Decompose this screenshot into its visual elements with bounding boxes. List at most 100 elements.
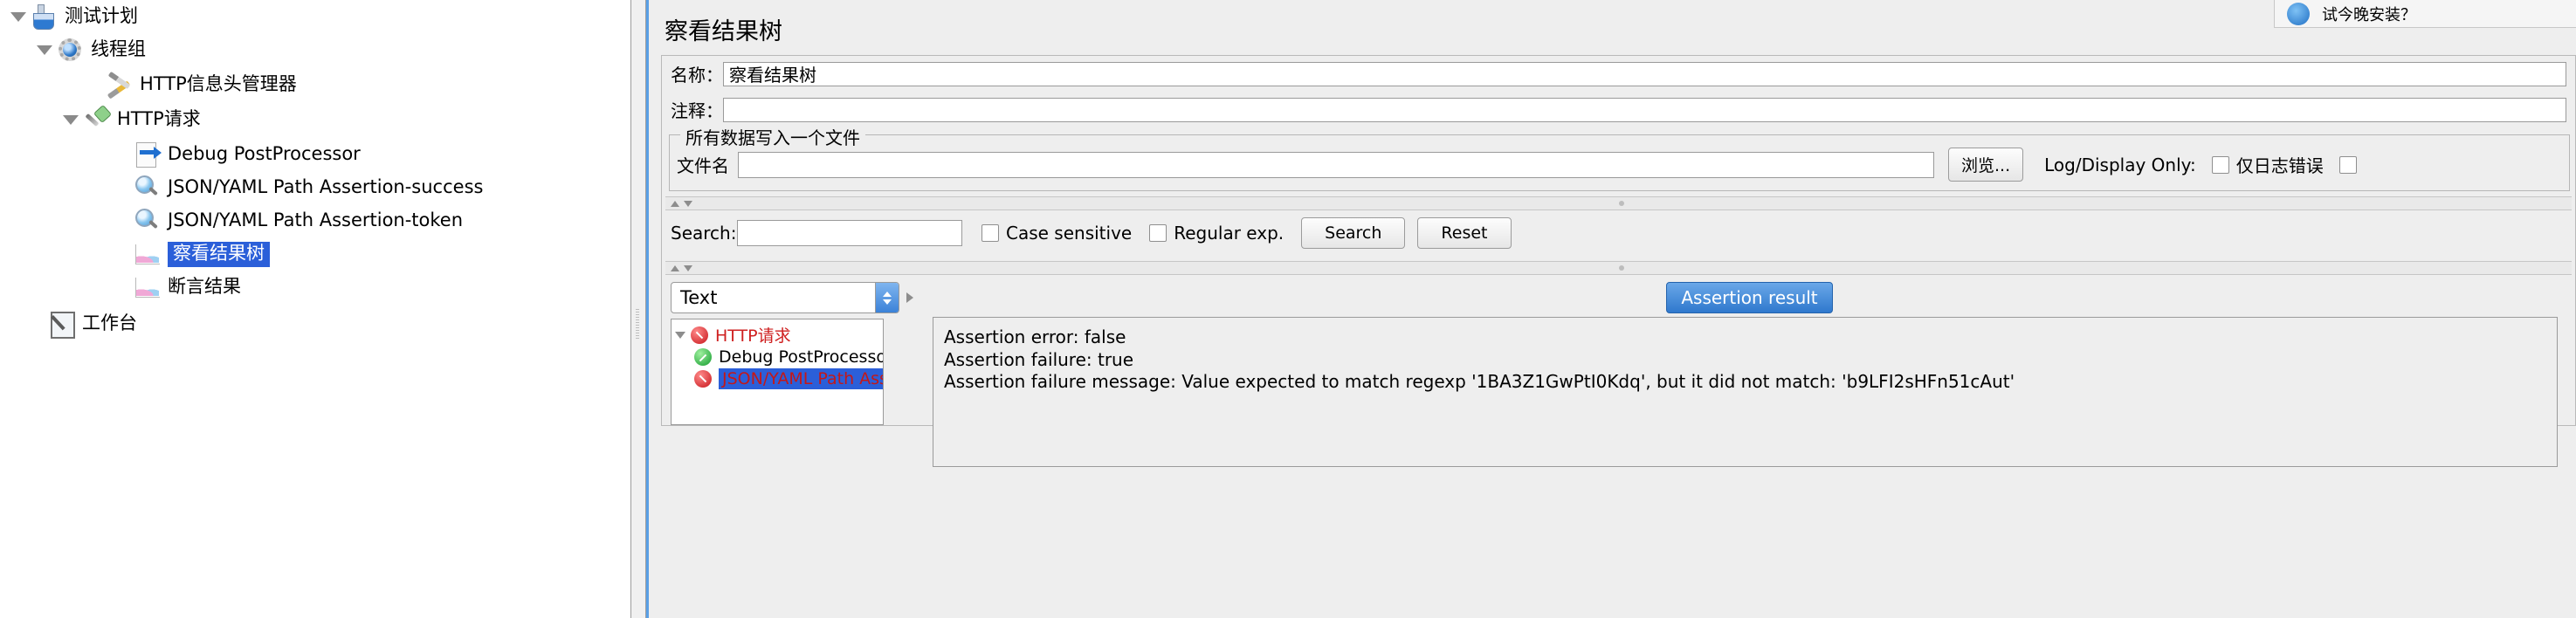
tree-node-assertion-results[interactable]: 断言结果: [110, 271, 241, 304]
gear-icon: [56, 35, 86, 65]
results-right-column: Assertion result Assertion error: false …: [933, 282, 2566, 467]
result-node-assertion[interactable]: JSON/YAML Path Assertion-t: [672, 367, 883, 389]
search-row: Search: Case sensitive Regular exp. Sear…: [662, 210, 2575, 256]
twisty-placeholder: [110, 237, 133, 271]
result-node-http-request[interactable]: HTTP请求: [672, 324, 883, 346]
collapse-down-icon[interactable]: [684, 264, 692, 271]
checkbox-box[interactable]: [2211, 155, 2229, 174]
tree-node-test-plan[interactable]: 测试计划: [7, 0, 138, 33]
name-input[interactable]: [723, 61, 2566, 86]
result-node-label: HTTP请求: [715, 326, 791, 346]
magnifier-icon: [133, 173, 162, 203]
assertion-line: Assertion error: false: [944, 326, 1126, 347]
jmeter-window: 测试计划 线程组 HTTP信息头管理器 HTTP请求 Debug PostPro…: [0, 0, 2576, 618]
twisty-placeholder: [24, 307, 47, 340]
tree-node-view-results-tree[interactable]: 察看结果树: [110, 237, 270, 271]
tree-node-label: 线程组: [91, 38, 146, 59]
popup-text: 试今晚安装？: [2322, 5, 2416, 24]
tree-node-label-selected: 察看结果树: [168, 241, 270, 267]
tree-node-http-header-manager[interactable]: HTTP信息头管理器: [82, 68, 297, 101]
pipette-icon: [82, 105, 112, 134]
test-plan-tree[interactable]: 测试计划 线程组 HTTP信息头管理器 HTTP请求 Debug PostPro…: [0, 0, 630, 618]
chevron-down-icon[interactable]: [59, 103, 82, 136]
result-node-label: Debug PostProcessor: [719, 347, 884, 367]
tree-node-assertion-success[interactable]: JSON/YAML Path Assertion-success: [110, 171, 483, 204]
chevron-right-icon[interactable]: [906, 292, 913, 303]
render-selected-value: Text: [680, 287, 718, 308]
errors-only-checkbox[interactable]: 仅日志错误: [2211, 152, 2324, 177]
twisty-placeholder: [82, 68, 105, 101]
splitter-grip[interactable]: [636, 309, 639, 339]
tree-node-label: HTTP请求: [117, 107, 201, 129]
result-node-debug-postprocessor[interactable]: Debug PostProcessor: [672, 346, 883, 367]
twisty-placeholder: [110, 271, 133, 304]
chevron-updown-icon[interactable]: [875, 283, 899, 312]
success-icon: [694, 347, 712, 366]
tree-node-label: 工作台: [82, 312, 137, 333]
tree-node-label: Debug PostProcessor: [168, 142, 361, 164]
checkbox-box[interactable]: [1149, 224, 1167, 242]
tree-node-label: JSON/YAML Path Assertion-token: [168, 209, 464, 230]
search-input[interactable]: [737, 220, 962, 246]
tree-node-label: 测试计划: [65, 4, 138, 26]
page-arrow-icon: [133, 140, 162, 169]
comment-label: 注释：: [671, 100, 723, 121]
divider-arrows[interactable]: [671, 264, 692, 271]
search-label: Search:: [671, 223, 737, 244]
tree-node-http-request[interactable]: HTTP请求: [59, 103, 201, 136]
divider-arrows[interactable]: [671, 200, 692, 207]
magnifier-icon: [133, 206, 162, 236]
popup-icon: [2287, 2, 2310, 25]
tree-node-workbench[interactable]: 工作台: [24, 307, 137, 340]
result-node-label-selected: JSON/YAML Path Assertion-t: [719, 367, 883, 389]
filename-input[interactable]: [738, 151, 1934, 178]
log-display-only-label: Log/Display Only:: [2044, 154, 2196, 175]
reset-button[interactable]: Reset: [1417, 217, 1512, 249]
search-button[interactable]: Search: [1301, 217, 1406, 249]
divider-handle[interactable]: [1618, 265, 1624, 271]
errors-only-label: 仅日志错误: [2235, 155, 2324, 176]
divider-handle[interactable]: [1618, 201, 1624, 206]
tree-node-assertion-token[interactable]: JSON/YAML Path Assertion-token: [110, 204, 463, 237]
workbench-icon: [47, 309, 77, 339]
write-all-data-legend: 所有数据写入一个文件: [680, 124, 865, 149]
divider-bar-bottom[interactable]: [665, 261, 2572, 275]
assertion-line: Assertion failure message: Value expecte…: [944, 371, 2015, 393]
chevron-down-icon[interactable]: [675, 331, 685, 339]
pane-splitter[interactable]: [630, 0, 646, 618]
browse-button[interactable]: 浏览...: [1948, 148, 2024, 182]
assertion-result-tab[interactable]: Assertion result: [1666, 282, 1833, 313]
tools-icon: [105, 70, 134, 100]
tree-node-thread-group[interactable]: 线程组: [33, 33, 146, 66]
checkbox-box[interactable]: [2338, 155, 2357, 174]
tree-node-label: JSON/YAML Path Assertion-success: [168, 175, 484, 197]
write-all-data-fieldset: 所有数据写入一个文件 文件名 浏览... Log/Display Only: 仅…: [669, 124, 2570, 191]
filename-label: 文件名: [677, 155, 729, 176]
twisty-placeholder: [110, 204, 133, 237]
error-icon: [691, 326, 708, 344]
case-sensitive-checkbox[interactable]: Case sensitive: [981, 223, 1132, 244]
settings-group: 名称： 注释： 所有数据写入一个文件 文件名 浏览... Log/Display…: [661, 55, 2576, 467]
sampler-result-tree[interactable]: HTTP请求 Debug PostProcessor JSON/YAML Pat…: [671, 319, 884, 425]
twisty-placeholder: [110, 171, 133, 204]
chevron-down-icon[interactable]: [33, 33, 56, 66]
collapse-up-icon[interactable]: [671, 264, 679, 271]
divider-bar-top[interactable]: [665, 196, 2572, 210]
comment-input[interactable]: [723, 97, 2566, 122]
collapse-up-icon[interactable]: [671, 200, 679, 207]
assertion-result-text: Assertion error: false Assertion failure…: [933, 317, 2558, 467]
update-popup[interactable]: 试今晚安装？: [2274, 0, 2576, 28]
case-sensitive-label: Case sensitive: [1006, 223, 1133, 244]
results-left-column: Text HTTP请求 Debug PostProcessor JSON/YAM…: [671, 282, 913, 425]
chevron-down-icon[interactable]: [7, 0, 30, 33]
error-icon: [694, 369, 712, 388]
tree-node-label: 断言结果: [168, 275, 241, 297]
checkbox-box[interactable]: [981, 224, 999, 242]
successes-only-checkbox[interactable]: [2338, 155, 2357, 174]
name-row: 名称：: [662, 56, 2575, 92]
collapse-down-icon[interactable]: [684, 200, 692, 207]
render-selector[interactable]: Text: [671, 282, 899, 313]
comment-row: 注释：: [662, 92, 2575, 127]
tree-node-debug-postprocessor[interactable]: Debug PostProcessor: [110, 138, 361, 171]
regular-exp-checkbox[interactable]: Regular exp.: [1149, 223, 1284, 244]
